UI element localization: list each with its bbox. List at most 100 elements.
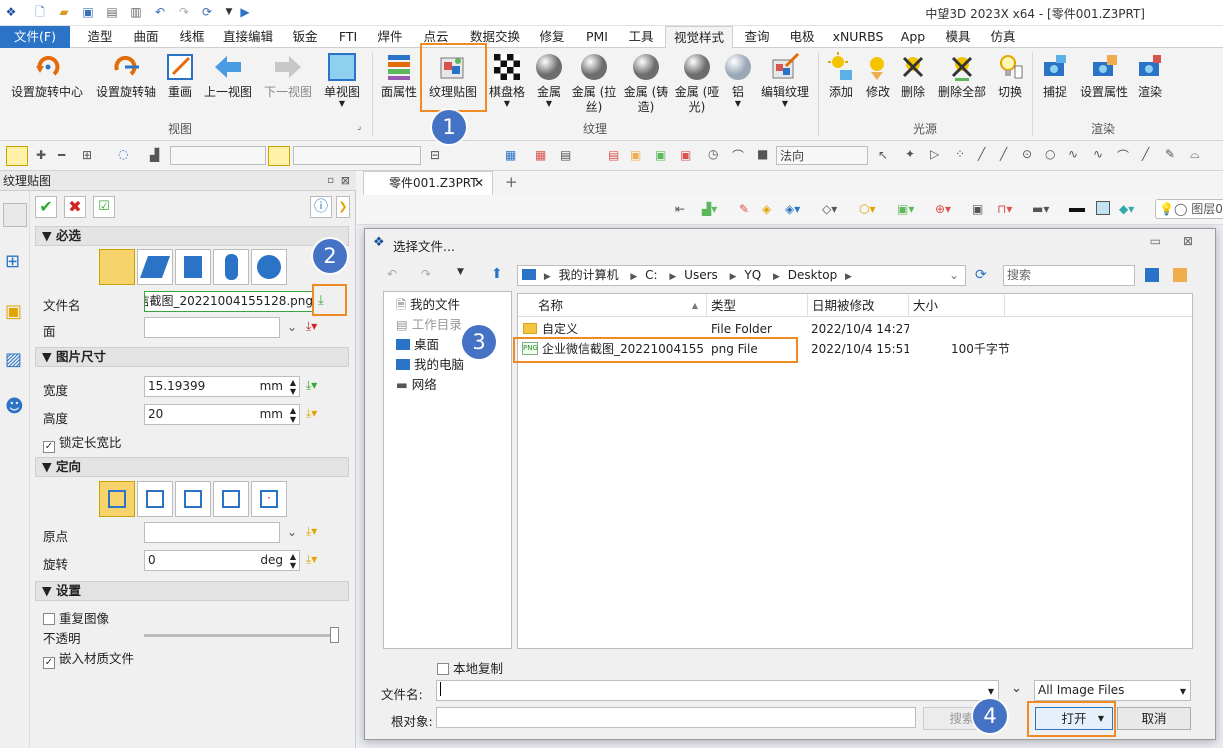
path-bar[interactable]: ▶ 我的计算机 ▶ C: ▶ Users ▶ YQ ▶ Desktop ▶ ⌄ — [517, 265, 966, 286]
filename-input[interactable]: ▼ — [436, 680, 999, 701]
pin-icon[interactable]: ▫ — [327, 171, 334, 191]
chevron-down-icon[interactable]: ⌄ — [287, 525, 297, 539]
close-icon[interactable]: ⊠ — [1183, 234, 1193, 248]
section-image-size[interactable]: ▼ 图片尺寸 — [35, 347, 349, 367]
toolbar-tool-icon[interactable]: ✦ — [905, 147, 915, 161]
tree-icon[interactable]: ⊞ — [5, 251, 20, 272]
expand-double-chevron-icon[interactable]: ⌄ — [1011, 681, 1022, 696]
view-tool-icon[interactable]: ▟▾ — [702, 202, 717, 216]
add-icon[interactable]: ✚ — [36, 148, 46, 162]
cycle-icon[interactable]: ◌ — [118, 147, 128, 161]
close-icon[interactable]: ⊠ — [341, 171, 350, 191]
layer-selector[interactable]: 💡◯ 图层0 — [1155, 199, 1223, 219]
width-pick-icon[interactable]: ⤓▾ — [306, 378, 317, 393]
face-input[interactable] — [144, 317, 280, 338]
up-folder-icon[interactable]: ⬆ — [491, 266, 503, 282]
path-segment-desktop[interactable]: Desktop — [788, 268, 838, 282]
color-swatch-icon[interactable] — [1096, 201, 1110, 215]
opacity-slider-thumb[interactable] — [330, 627, 339, 643]
cube-icon[interactable]: ◇▾ — [822, 202, 837, 216]
section-required[interactable]: ▼ 必选 — [35, 226, 349, 246]
render-button[interactable]: 渲染 — [1134, 50, 1166, 100]
anchor-top-right-icon[interactable] — [137, 481, 173, 517]
line-icon[interactable]: ╱ — [978, 147, 985, 161]
path-segment-yq[interactable]: YQ — [744, 268, 761, 282]
line-icon[interactable]: ╱ — [1142, 147, 1149, 161]
subtract-icon[interactable]: ━ — [58, 148, 65, 162]
view-tool-icon[interactable]: ⇤ — [675, 202, 685, 216]
file-row[interactable]: 自定义 File Folder 2022/10/4 14:27 — [518, 319, 1192, 339]
menu-pmi[interactable]: PMI — [578, 26, 616, 48]
line-style-icon[interactable] — [1069, 208, 1085, 212]
path-segment-users[interactable]: Users — [684, 268, 718, 282]
document-tab[interactable]: 零件001.Z3PRT ✕ — [363, 171, 493, 195]
dialog-launcher-icon[interactable]: ⌟ — [357, 122, 361, 132]
pick-filter-select[interactable] — [293, 146, 421, 165]
filename-input[interactable]: 企业微信截图_20221004155128.png — [144, 291, 314, 312]
anchor-bottom-left-icon[interactable] — [175, 481, 211, 517]
toolbar-tool-icon[interactable]: ⊟ — [430, 148, 440, 162]
filter-icon[interactable]: ⊞ — [82, 148, 92, 162]
menu-modeling[interactable]: 造型 — [80, 26, 120, 48]
width-input[interactable]: 15.19399 mm ▲ ▼ — [144, 376, 300, 397]
menu-query[interactable]: 查询 — [738, 26, 776, 48]
view-tool-icon[interactable]: ⊓▾ — [997, 202, 1012, 216]
uv-mapping-icon[interactable] — [99, 249, 135, 285]
section-orientation[interactable]: ▼ 定向 — [35, 457, 349, 477]
face-properties-button[interactable]: 面属性 — [378, 50, 420, 100]
lock-ratio-checkbox[interactable]: ✓ — [43, 441, 55, 453]
set-render-properties-button[interactable]: 设置属性 — [1076, 50, 1132, 100]
redo-icon[interactable]: ↷ — [177, 5, 191, 19]
new-file-icon[interactable]: 🗋 — [33, 5, 47, 19]
spinner-icon[interactable]: ▲ ▼ — [290, 378, 296, 396]
cylindrical-mapping-icon[interactable] — [213, 249, 249, 285]
curve-icon[interactable]: ∿ — [1093, 147, 1103, 161]
dropdown-icon[interactable]: ▼ — [320, 100, 364, 108]
view-tool-icon[interactable]: ⬡▾ — [859, 202, 876, 216]
open-folder-icon[interactable]: ▰ — [57, 5, 71, 19]
next-view-button[interactable]: 下一视图 — [262, 50, 314, 100]
toolbar-tool-icon[interactable]: ▣ — [680, 148, 691, 162]
point-icon[interactable]: ⊙ — [1022, 147, 1032, 161]
toolbar-tool-icon[interactable]: ▤ — [560, 148, 571, 162]
chevron-down-icon[interactable]: ⌄ — [287, 320, 297, 334]
repeat-image-checkbox[interactable] — [43, 613, 55, 625]
menu-wireframe[interactable]: 线框 — [172, 26, 212, 48]
rotation-input[interactable]: 0 deg ▲ ▼ — [144, 550, 300, 571]
view-tool-icon[interactable]: ▬▾ — [1032, 202, 1049, 216]
print-setup-icon[interactable]: ▥ — [129, 5, 143, 19]
apply-icon[interactable]: ☑ — [93, 196, 115, 218]
matte-metal-button[interactable]: 金属 (哑光) — [673, 50, 721, 115]
history-dropdown-icon[interactable]: ▼ — [457, 267, 464, 277]
close-tab-icon[interactable]: ✕ — [474, 172, 484, 194]
brushed-metal-button[interactable]: 金属 (拉丝) — [570, 50, 618, 115]
cube-icon[interactable]: ◈▾ — [785, 202, 800, 216]
anchor-bottom-right-icon[interactable] — [213, 481, 249, 517]
cancel-button[interactable]: 取消 — [1117, 707, 1191, 730]
nav-my-files[interactable]: 🗎 我的文件 — [396, 297, 460, 313]
play-icon[interactable]: ▶ — [238, 5, 252, 19]
spinner-icon[interactable]: ▲ ▼ — [290, 552, 296, 570]
ok-icon[interactable]: ✔ — [35, 196, 57, 218]
print-icon[interactable]: ▤ — [105, 5, 119, 19]
toggle-light-button[interactable]: 切换 — [994, 50, 1026, 100]
opacity-slider-track[interactable] — [144, 634, 338, 637]
menu-fti[interactable]: FTI — [331, 26, 365, 48]
dropdown-icon[interactable]: ▼ — [1180, 682, 1186, 700]
arc-icon[interactable]: ⌒ — [1117, 147, 1129, 164]
origin-input[interactable] — [144, 522, 280, 543]
forward-icon[interactable]: ↷ — [421, 267, 431, 281]
nav-desktop[interactable]: 桌面 — [396, 337, 439, 353]
image-icon[interactable]: ▨ — [5, 349, 22, 370]
menu-repair[interactable]: 修复 — [532, 26, 572, 48]
menu-tools[interactable]: 工具 — [622, 26, 660, 48]
column-size[interactable]: 大小 — [909, 294, 1005, 317]
pick-face-icon[interactable]: ⤓▾ — [306, 319, 317, 334]
anchor-top-left-icon[interactable] — [99, 481, 135, 517]
column-type[interactable]: 类型 — [707, 294, 808, 317]
set-rotation-center-button[interactable]: 设置旋转中心 — [8, 50, 86, 100]
cast-metal-button[interactable]: 金属 (铸造) — [622, 50, 670, 115]
embed-material-row[interactable]: ✓ 嵌入材质文件 — [43, 648, 134, 669]
toolbar-tool-icon[interactable]: ⌓ — [1190, 147, 1200, 162]
clock-icon[interactable]: ◷ — [708, 147, 718, 161]
